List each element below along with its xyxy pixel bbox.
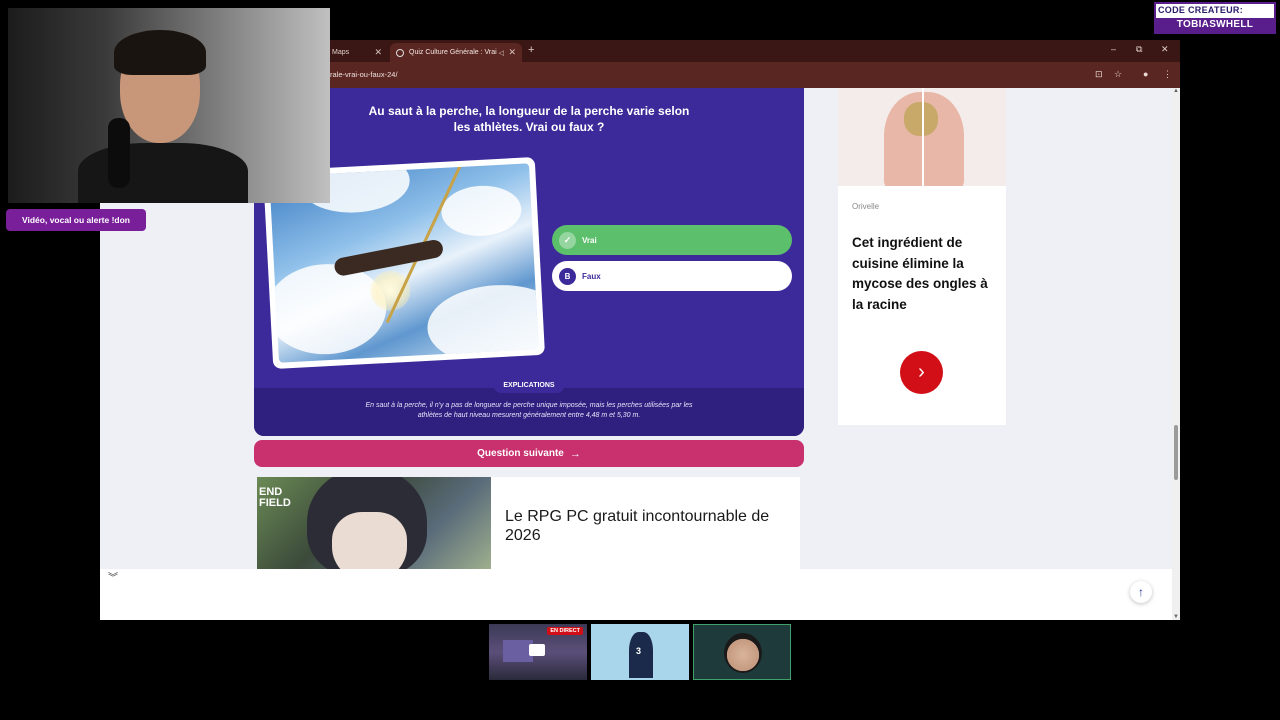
promo-title: Le RPG PC gratuit incontournable de 2026	[505, 508, 770, 544]
window-close-button[interactable]: ✕	[1161, 44, 1169, 55]
webcam-overlay	[8, 8, 330, 203]
menu-dots-icon[interactable]: ⋮	[1163, 69, 1172, 80]
ad-title: Cet ingrédient de cuisine élimine la myc…	[852, 235, 988, 312]
next-question-button[interactable]: Question suivante →	[254, 440, 804, 467]
promo-card[interactable]: END FIELD Le RPG PC gratuit incontournab…	[257, 477, 800, 570]
speaker-icon[interactable]: ◁	[499, 49, 504, 57]
explanation-text: En saut à la perche, il n'y a pas de lon…	[365, 402, 693, 419]
ad-brand: Orivelle	[852, 202, 880, 211]
stream-layout: Maps ✕ Quiz Culture Générale : Vrai ◁ ✕ …	[0, 0, 1280, 720]
creator-code-label: CODE CREATEUR:	[1158, 5, 1244, 15]
promo-logo: END FIELD	[259, 486, 291, 509]
creator-code: TOBIASWHELL	[1156, 18, 1274, 32]
minimize-button[interactable]: –	[1111, 44, 1116, 54]
answer-true[interactable]: ✓ Vrai	[552, 225, 792, 255]
answer-false[interactable]: B Faux	[552, 261, 792, 291]
chevron-down-icon[interactable]: ︾	[108, 569, 118, 584]
tab-label: Quiz Culture Générale : Vrai	[409, 49, 497, 56]
ad-image	[838, 88, 1006, 186]
tab-quiz[interactable]: Quiz Culture Générale : Vrai ◁ ✕	[390, 43, 522, 62]
scene-thumbnail-player[interactable]: 3	[591, 624, 689, 680]
scroll-down-icon[interactable]: ▼	[1173, 614, 1179, 620]
creator-code-badge: CODE CREATEUR: TOBIASWHELL	[1154, 2, 1276, 34]
explanation-title: EXPLICATIONS	[494, 379, 564, 393]
chevron-right-icon[interactable]: ›	[900, 351, 943, 394]
restore-button[interactable]: ⧉	[1136, 44, 1142, 55]
ad-card[interactable]: Orivelle Cet ingrédient de cuisine élimi…	[838, 88, 1006, 425]
alert-pill: Vidéo, vocal ou alerte !don	[6, 209, 146, 231]
profile-icon[interactable]: ●	[1143, 69, 1148, 79]
quiz-favicon-icon	[396, 48, 404, 57]
scrollbar-thumb[interactable]	[1174, 425, 1178, 480]
live-badge: EN DIRECT	[547, 627, 583, 635]
scene-thumbnail-avatar[interactable]	[693, 624, 791, 680]
check-icon: ✓	[559, 231, 576, 249]
arrow-right-icon: →	[569, 447, 581, 460]
monitor-icon	[529, 644, 545, 656]
scene-thumbnail-screen[interactable]: EN DIRECT	[489, 624, 587, 680]
answer-label: Faux	[582, 271, 601, 281]
url-text[interactable]: rale-vrai-ou-faux-24/	[330, 70, 398, 79]
tab-label: Maps	[332, 49, 350, 56]
jersey-number: 3	[636, 646, 642, 656]
quiz-card: Au saut à la perche, la longueur de la p…	[254, 88, 804, 436]
bookmark-star-icon[interactable]: ☆	[1114, 69, 1122, 80]
install-app-icon[interactable]: ⊡	[1095, 69, 1103, 80]
new-tab-button[interactable]: +	[528, 44, 534, 56]
page-scrollbar[interactable]: ▲ ▼	[1172, 88, 1180, 620]
quiz-question: Au saut à la perche, la longueur de la p…	[368, 104, 690, 134]
next-question-label: Question suivante	[477, 448, 564, 459]
footer-strip: ︾ ↑	[100, 569, 1172, 620]
scroll-to-top-button[interactable]: ↑	[1130, 581, 1152, 603]
tab-maps[interactable]: Maps ✕	[326, 43, 388, 62]
answer-letter: B	[559, 267, 576, 285]
answer-label: Vrai	[582, 235, 597, 245]
avatar	[724, 633, 762, 673]
scroll-up-icon[interactable]: ▲	[1173, 88, 1179, 94]
promo-image: END FIELD	[257, 477, 491, 570]
close-icon[interactable]: ✕	[508, 47, 516, 58]
close-icon[interactable]: ✕	[374, 47, 382, 58]
